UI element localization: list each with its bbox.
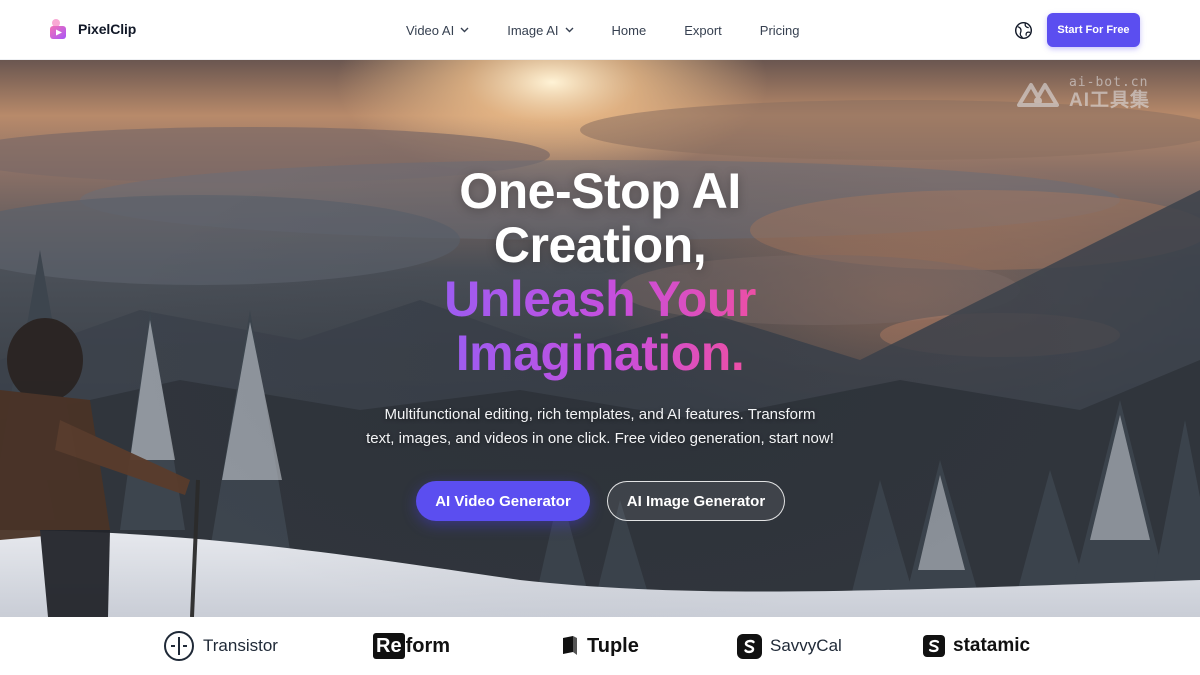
reform-logo: Re	[373, 633, 405, 659]
brand-name: PixelClip	[78, 21, 137, 37]
nav-item-video-ai[interactable]: Video AI	[406, 23, 469, 38]
watermark: ai-bot.cn AI工具集	[1015, 76, 1150, 110]
nav-item-image-ai[interactable]: Image AI	[507, 22, 574, 38]
partner-logo-tuple: Tuple	[561, 617, 639, 675]
tuple-icon	[563, 636, 577, 655]
ai-video-generator-button[interactable]: AI Video Generator	[416, 481, 590, 521]
hero-headline-line-3: Unleash Your	[444, 271, 756, 327]
globe-icon[interactable]	[1014, 21, 1033, 40]
brand[interactable]: PixelClip	[49, 18, 136, 40]
hero-headline-line-2: Creation,	[493, 217, 707, 273]
watermark-title: AI工具集	[1068, 90, 1150, 111]
hero-headline-line-4: Imagination.	[455, 325, 745, 381]
partner-logo-name: form	[405, 634, 451, 657]
nav-item-pricing[interactable]: Pricing	[760, 23, 800, 38]
partner-logo-reform: Re form	[373, 617, 450, 675]
savvycal-icon	[737, 633, 762, 659]
chevron-down-icon	[565, 27, 574, 33]
partner-logos-strip: Transistor Re form Tuple SavvyCal statam…	[0, 617, 1200, 675]
nav-item-label: Pricing	[759, 22, 800, 38]
main-nav: Video AI Image AI Home Export Pricing	[406, 0, 800, 60]
partner-logo-statamic: statamic	[923, 617, 1030, 675]
watermark-logo-icon	[1016, 83, 1059, 107]
partner-logo-transistor: Transistor	[163, 617, 278, 675]
partner-logo-savvycal: SavvyCal	[737, 617, 842, 675]
hero-subtitle-line-2: text, images, and videos in one click. F…	[366, 430, 834, 447]
nav-item-export[interactable]: Export	[684, 23, 722, 38]
partner-logo-name: Transistor	[203, 636, 278, 655]
nav-item-label: Export	[684, 22, 722, 38]
watermark-url: ai-bot.cn	[1068, 75, 1149, 90]
nav-item-label: Image AI	[507, 22, 559, 38]
nav-item-label: Home	[611, 22, 647, 38]
hero-headline-line-1: One-Stop AI	[459, 163, 741, 219]
pixelclip-logo-icon	[50, 19, 66, 39]
hero-section: ai-bot.cn AI工具集 One-Stop AI Creation, Un…	[0, 60, 1200, 617]
ai-image-generator-button[interactable]: AI Image Generator	[607, 481, 785, 521]
start-for-free-button[interactable]: Start For Free	[1047, 13, 1140, 47]
nav-item-label: Video AI	[406, 22, 455, 38]
partner-logo-name: statamic	[953, 635, 1031, 656]
chevron-down-icon	[460, 27, 469, 33]
transistor-icon	[164, 631, 194, 661]
statamic-icon	[923, 635, 945, 657]
partner-logo-name: Tuple	[587, 634, 639, 657]
hero-subtitle-line-1: Multifunctional editing, rich templates,…	[384, 406, 816, 423]
top-navbar: PixelClip Video AI Image AI Home Export …	[0, 0, 1200, 60]
nav-item-home[interactable]: Home	[612, 23, 647, 38]
partner-logo-name: SavvyCal	[770, 636, 842, 655]
